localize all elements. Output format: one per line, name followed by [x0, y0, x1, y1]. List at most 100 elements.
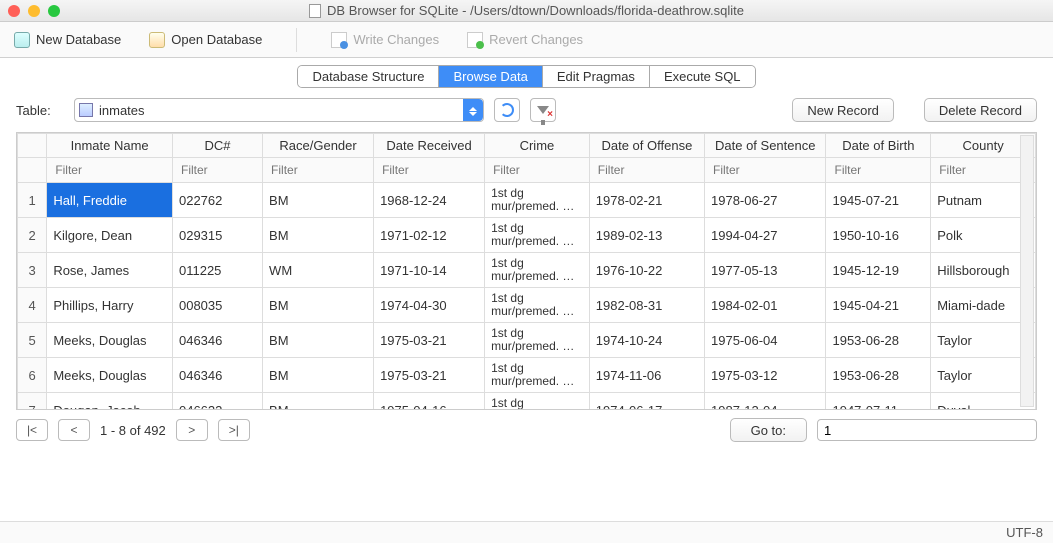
cell-dc-number[interactable]: 046346: [172, 323, 262, 358]
cell-dc-number[interactable]: 011225: [172, 253, 262, 288]
cell-date-birth[interactable]: 1945-12-19: [826, 253, 931, 288]
cell-date-received[interactable]: 1968-12-24: [374, 183, 485, 218]
cell-date-offense[interactable]: 1978-02-21: [589, 183, 704, 218]
cell-date-sentence[interactable]: 1977-05-13: [705, 253, 826, 288]
filter-county[interactable]: [937, 162, 1029, 178]
new-database-button[interactable]: New Database: [14, 32, 121, 48]
col-date-birth[interactable]: Date of Birth: [826, 134, 931, 158]
col-race-gender[interactable]: Race/Gender: [263, 134, 374, 158]
cell-date-received[interactable]: 1975-03-21: [374, 358, 485, 393]
filter-date-received[interactable]: [380, 162, 478, 178]
cell-race-gender[interactable]: BM: [263, 183, 374, 218]
zoom-icon[interactable]: [48, 5, 60, 17]
vertical-scrollbar[interactable]: [1020, 135, 1034, 407]
cell-race-gender[interactable]: BM: [263, 323, 374, 358]
cell-crime[interactable]: 1st dg mur/premed. …: [485, 323, 590, 358]
col-crime[interactable]: Crime: [485, 134, 590, 158]
cell-inmate-name[interactable]: Kilgore, Dean: [47, 218, 173, 253]
new-record-button[interactable]: New Record: [792, 98, 894, 122]
table-select[interactable]: inmates: [74, 98, 484, 122]
cell-date-offense[interactable]: 1974-06-17: [589, 393, 704, 411]
col-date-offense[interactable]: Date of Offense: [589, 134, 704, 158]
col-dc-number[interactable]: DC#: [172, 134, 262, 158]
cell-date-birth[interactable]: 1953-06-28: [826, 358, 931, 393]
cell-date-received[interactable]: 1974-04-30: [374, 288, 485, 323]
filter-date-birth[interactable]: [832, 162, 924, 178]
cell-date-sentence[interactable]: 1984-02-01: [705, 288, 826, 323]
cell-race-gender[interactable]: BM: [263, 358, 374, 393]
cell-inmate-name[interactable]: Hall, Freddie: [47, 183, 173, 218]
delete-record-button[interactable]: Delete Record: [924, 98, 1037, 122]
cell-race-gender[interactable]: WM: [263, 253, 374, 288]
filter-race-gender[interactable]: [269, 162, 367, 178]
cell-date-birth[interactable]: 1945-07-21: [826, 183, 931, 218]
filter-crime[interactable]: [491, 162, 583, 178]
table-row[interactable]: 7Dougan, Jacob046622BM1975-04-161st dg m…: [18, 393, 1036, 411]
cell-date-birth[interactable]: 1953-06-28: [826, 323, 931, 358]
page-next-button[interactable]: >: [176, 419, 208, 441]
cell-date-birth[interactable]: 1945-04-21: [826, 288, 931, 323]
col-date-received[interactable]: Date Received: [374, 134, 485, 158]
cell-crime[interactable]: 1st dg mur/premed. …: [485, 253, 590, 288]
table-row[interactable]: 1Hall, Freddie022762BM1968-12-241st dg m…: [18, 183, 1036, 218]
cell-date-offense[interactable]: 1989-02-13: [589, 218, 704, 253]
open-database-button[interactable]: Open Database: [149, 32, 262, 48]
col-date-sentence[interactable]: Date of Sentence: [705, 134, 826, 158]
tab-edit-pragmas[interactable]: Edit Pragmas: [543, 66, 650, 87]
cell-date-birth[interactable]: 1950-10-16: [826, 218, 931, 253]
table-row[interactable]: 5Meeks, Douglas046346BM1975-03-211st dg …: [18, 323, 1036, 358]
cell-inmate-name[interactable]: Dougan, Jacob: [47, 393, 173, 411]
cell-date-received[interactable]: 1971-10-14: [374, 253, 485, 288]
close-icon[interactable]: [8, 5, 20, 17]
tab-browse-data[interactable]: Browse Data: [439, 66, 542, 87]
cell-dc-number[interactable]: 022762: [172, 183, 262, 218]
cell-date-received[interactable]: 1975-03-21: [374, 323, 485, 358]
table-row[interactable]: 6Meeks, Douglas046346BM1975-03-211st dg …: [18, 358, 1036, 393]
tab-execute-sql[interactable]: Execute SQL: [650, 66, 755, 87]
cell-crime[interactable]: 1st dg mur/premed. …: [485, 358, 590, 393]
cell-dc-number[interactable]: 029315: [172, 218, 262, 253]
table-row[interactable]: 3Rose, James011225WM1971-10-141st dg mur…: [18, 253, 1036, 288]
page-prev-button[interactable]: <: [58, 419, 90, 441]
tab-database-structure[interactable]: Database Structure: [298, 66, 439, 87]
clear-filters-button[interactable]: ×: [530, 98, 556, 122]
cell-inmate-name[interactable]: Rose, James: [47, 253, 173, 288]
cell-date-sentence[interactable]: 1978-06-27: [705, 183, 826, 218]
cell-date-sentence[interactable]: 1994-04-27: [705, 218, 826, 253]
goto-button[interactable]: Go to:: [730, 418, 807, 442]
cell-date-sentence[interactable]: 1975-03-12: [705, 358, 826, 393]
cell-inmate-name[interactable]: Phillips, Harry: [47, 288, 173, 323]
cell-date-offense[interactable]: 1974-11-06: [589, 358, 704, 393]
page-first-button[interactable]: |<: [16, 419, 48, 441]
cell-crime[interactable]: 1st dg mur/premed. …: [485, 393, 590, 411]
cell-race-gender[interactable]: BM: [263, 218, 374, 253]
table-row[interactable]: 4Phillips, Harry008035BM1974-04-301st dg…: [18, 288, 1036, 323]
filter-date-sentence[interactable]: [711, 162, 819, 178]
cell-date-offense[interactable]: 1974-10-24: [589, 323, 704, 358]
cell-dc-number[interactable]: 046622: [172, 393, 262, 411]
cell-crime[interactable]: 1st dg mur/premed. …: [485, 288, 590, 323]
goto-input[interactable]: [817, 419, 1037, 441]
cell-crime[interactable]: 1st dg mur/premed. …: [485, 218, 590, 253]
page-last-button[interactable]: >|: [218, 419, 250, 441]
cell-date-offense[interactable]: 1982-08-31: [589, 288, 704, 323]
cell-date-offense[interactable]: 1976-10-22: [589, 253, 704, 288]
filter-date-offense[interactable]: [596, 162, 698, 178]
cell-date-received[interactable]: 1975-04-16: [374, 393, 485, 411]
cell-inmate-name[interactable]: Meeks, Douglas: [47, 323, 173, 358]
filter-inmate-name[interactable]: [53, 162, 166, 178]
table-row[interactable]: 2Kilgore, Dean029315BM1971-02-121st dg m…: [18, 218, 1036, 253]
refresh-button[interactable]: [494, 98, 520, 122]
cell-date-birth[interactable]: 1947-07-11: [826, 393, 931, 411]
minimize-icon[interactable]: [28, 5, 40, 17]
filter-dc-number[interactable]: [179, 162, 256, 178]
cell-race-gender[interactable]: BM: [263, 393, 374, 411]
cell-date-sentence[interactable]: 1987-12-04: [705, 393, 826, 411]
cell-race-gender[interactable]: BM: [263, 288, 374, 323]
cell-crime[interactable]: 1st dg mur/premed. …: [485, 183, 590, 218]
cell-dc-number[interactable]: 046346: [172, 358, 262, 393]
cell-dc-number[interactable]: 008035: [172, 288, 262, 323]
cell-date-received[interactable]: 1971-02-12: [374, 218, 485, 253]
cell-date-sentence[interactable]: 1975-06-04: [705, 323, 826, 358]
cell-inmate-name[interactable]: Meeks, Douglas: [47, 358, 173, 393]
